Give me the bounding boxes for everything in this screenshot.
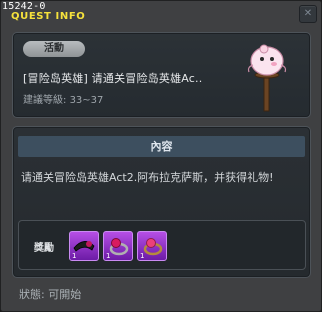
quest-info-window: 15242-0 QUEST INFO ✕ 活動 [冒险岛英雄] 请通关冒险岛英雄…	[0, 0, 322, 312]
status-label: 狀態:	[19, 288, 45, 301]
reward-label: 獎勵	[34, 243, 54, 254]
quest-content-card: 內容 请通关冒险岛英雄Act2.阿布拉克萨斯，并获得礼物! 獎勵 1 1 1	[12, 126, 311, 278]
reward-item-dark-hat[interactable]: 1	[69, 231, 99, 261]
reward-box: 獎勵 1 1 1	[18, 220, 306, 270]
item-count: 1	[140, 252, 144, 260]
status-value: 可開始	[48, 288, 82, 301]
level-value: 33~37	[69, 95, 104, 106]
quest-header-card: 活動 [冒险岛英雄] 请通关冒险岛英雄Ac.. 建議等級: 33~37	[12, 32, 311, 118]
recommended-level: 建議等級: 33~37	[23, 91, 103, 106]
reward-item-pink-ring[interactable]: 1	[137, 231, 167, 261]
quest-status: 狀態: 可開始	[19, 286, 81, 302]
window-title: QUEST INFO	[11, 11, 86, 22]
event-badge: 活動	[23, 41, 85, 57]
content-heading: 內容	[18, 136, 305, 157]
item-count: 1	[106, 252, 110, 260]
close-icon: ✕	[303, 8, 313, 19]
reward-item-red-ring[interactable]: 1	[103, 231, 133, 261]
dark-hat-icon: 1	[72, 241, 95, 260]
red-gem-ring-icon: 1	[106, 238, 129, 260]
pink-gem-ring-icon: 1	[140, 238, 163, 260]
close-button[interactable]: ✕	[299, 5, 317, 23]
item-count: 1	[72, 252, 76, 260]
quest-name: [冒险岛英雄] 请通关冒险岛英雄Ac..	[23, 72, 203, 85]
quest-description: 请通关冒险岛英雄Act2.阿布拉克萨斯，并获得礼物!	[21, 171, 274, 184]
level-label: 建議等級:	[23, 95, 67, 106]
bird-npc-icon	[247, 44, 287, 112]
